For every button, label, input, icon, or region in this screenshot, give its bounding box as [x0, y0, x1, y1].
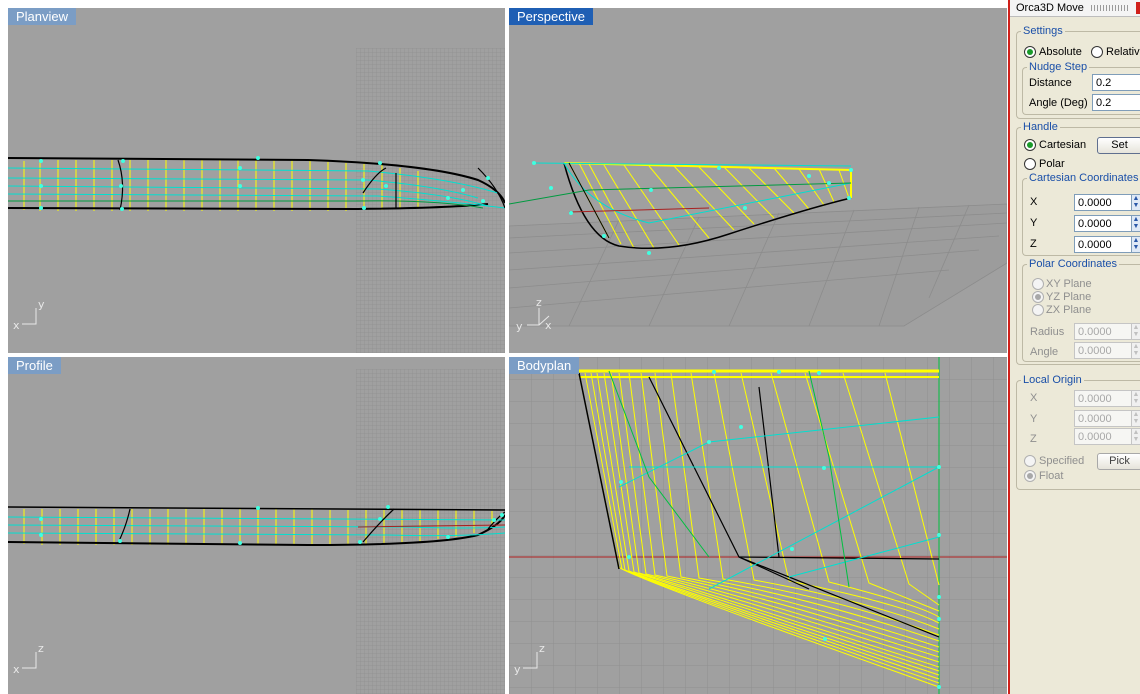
angle-deg-input[interactable] — [1092, 94, 1140, 111]
profile-grid-patch — [356, 369, 505, 694]
profile-axis-x: x — [13, 663, 20, 676]
cartesian-radio[interactable] — [1024, 139, 1036, 151]
bodyplan-axis-z: z — [539, 642, 545, 655]
planview-axis-y: y — [38, 298, 45, 311]
cartesian-z-label: Z — [1030, 238, 1037, 250]
origin-z-input[interactable] — [1074, 428, 1132, 445]
radius-label: Radius — [1030, 326, 1065, 338]
yz-plane-radio[interactable] — [1032, 291, 1044, 303]
perspective-ground-grid — [509, 203, 1007, 327]
perspective-axis-y: y — [516, 320, 523, 333]
polar-coordinates-legend: Polar Coordinates — [1029, 258, 1118, 270]
cartesian-x-label: X — [1030, 196, 1038, 208]
cartesian-y-spinner-icon[interactable]: ▲ ▼ — [1132, 215, 1140, 232]
distance-label: Distance — [1029, 77, 1072, 89]
perspective-label[interactable]: Perspective — [509, 8, 593, 25]
perspective-drawing: y z x — [509, 161, 1007, 333]
bodyplan-viewport[interactable]: y z Bodyplan — [509, 357, 1007, 694]
cartesian-y-input[interactable] — [1074, 215, 1132, 232]
xy-plane-label: XY Plane — [1046, 278, 1092, 290]
zx-plane-radio[interactable] — [1032, 304, 1044, 316]
specified-radio[interactable] — [1024, 455, 1036, 467]
origin-y-input[interactable] — [1074, 410, 1132, 427]
profile-drawing: x z — [8, 369, 505, 694]
angle-deg-label: Angle (Deg) — [1029, 97, 1088, 109]
cartesian-label: Cartesian — [1039, 139, 1087, 151]
cartesian-x-spinner-icon[interactable]: ▲ ▼ — [1132, 194, 1140, 211]
angle-label: Angle — [1030, 346, 1059, 358]
planview-axis-gizmo — [22, 308, 37, 325]
xy-plane-radio[interactable] — [1032, 278, 1044, 290]
radius-input[interactable] — [1074, 323, 1132, 340]
distance-input[interactable] — [1092, 74, 1140, 91]
bodyplan-axis-y: y — [514, 663, 521, 676]
relative-radio[interactable] — [1091, 46, 1103, 58]
polar-radio[interactable] — [1024, 158, 1036, 170]
perspective-viewport[interactable]: y z x Perspective — [509, 8, 1007, 353]
yz-plane-label: YZ Plane — [1046, 291, 1092, 303]
set-button[interactable]: Set — [1097, 137, 1140, 154]
panel-close-icon[interactable] — [1136, 2, 1140, 14]
absolute-radio[interactable] — [1024, 46, 1036, 58]
float-radio[interactable] — [1024, 470, 1036, 482]
planview-axis-x: x — [13, 319, 20, 332]
orca3d-move-panel: Orca3D Move Settings Absolute Relative N… — [1008, 0, 1140, 694]
pick-button[interactable]: Pick — [1097, 453, 1140, 470]
panel-grip-handle[interactable] — [1090, 5, 1129, 12]
float-label: Float — [1039, 470, 1064, 482]
nudge-step-legend: Nudge Step — [1029, 61, 1088, 73]
settings-legend: Settings — [1023, 25, 1063, 37]
origin-y-label: Y — [1030, 413, 1038, 425]
origin-y-spinner-icon[interactable]: ▲ ▼ — [1132, 410, 1140, 427]
bodyplan-drawing: y z — [509, 357, 1007, 694]
cartesian-y-label: Y — [1030, 217, 1038, 229]
bodyplan-grid — [509, 357, 1007, 694]
relative-label: Relative — [1106, 46, 1140, 58]
panel-title: Orca3D Move — [1016, 2, 1084, 14]
planview-drawing: x y — [8, 48, 505, 353]
perspective-axis-z: z — [536, 296, 542, 309]
origin-z-label: Z — [1030, 433, 1037, 445]
origin-x-spinner-icon[interactable]: ▲ ▼ — [1132, 390, 1140, 407]
profile-axis-gizmo — [22, 652, 37, 669]
profile-viewport[interactable]: x z Profile — [8, 357, 505, 694]
specified-label: Specified — [1039, 455, 1085, 467]
perspective-axis-x: x — [545, 319, 552, 332]
radius-spinner-icon[interactable]: ▲ ▼ — [1132, 323, 1140, 340]
planview-viewport[interactable]: x y Planview — [8, 8, 505, 353]
origin-x-input[interactable] — [1074, 390, 1132, 407]
panel-title-bar[interactable]: Orca3D Move — [1010, 0, 1140, 17]
polar-label: Polar — [1039, 158, 1065, 170]
planview-label[interactable]: Planview — [8, 8, 77, 25]
zx-plane-label: ZX Plane — [1046, 304, 1092, 316]
angle-input[interactable] — [1074, 342, 1132, 359]
origin-z-spinner-icon[interactable]: ▲ ▼ — [1132, 428, 1140, 445]
origin-x-label: X — [1030, 392, 1038, 404]
profile-axis-z: z — [38, 642, 44, 655]
handle-legend: Handle — [1023, 121, 1058, 133]
app-window: x y Planview y z x Perspective x z Profi… — [0, 0, 1140, 694]
local-origin-legend: Local Origin — [1023, 374, 1082, 386]
angle-spinner-icon[interactable]: ▲ ▼ — [1132, 342, 1140, 359]
cartesian-coordinates-legend: Cartesian Coordinates — [1029, 172, 1139, 184]
absolute-label: Absolute — [1039, 46, 1082, 58]
bodyplan-label[interactable]: Bodyplan — [509, 357, 580, 374]
cartesian-z-input[interactable] — [1074, 236, 1132, 253]
cartesian-z-spinner-icon[interactable]: ▲ ▼ — [1132, 236, 1140, 253]
profile-label[interactable]: Profile — [8, 357, 61, 374]
cartesian-x-input[interactable] — [1074, 194, 1132, 211]
